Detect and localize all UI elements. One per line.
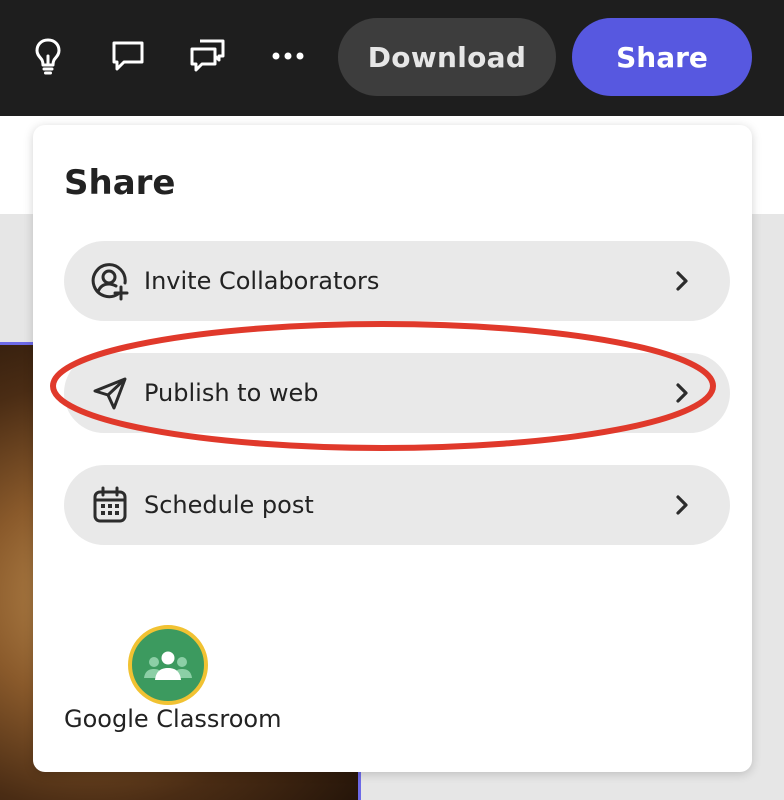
schedule-post-label: Schedule post bbox=[144, 491, 314, 519]
comment-icon[interactable] bbox=[108, 34, 148, 78]
google-classroom-item[interactable]: Google Classroom bbox=[64, 625, 284, 745]
download-button[interactable]: Download bbox=[338, 18, 556, 96]
google-classroom-label: Google Classroom bbox=[64, 705, 282, 733]
publish-to-web-item[interactable]: Publish to web bbox=[64, 353, 730, 433]
calendar-icon bbox=[90, 485, 130, 525]
invite-collaborators-label: Invite Collaborators bbox=[144, 267, 380, 295]
publish-to-web-label: Publish to web bbox=[144, 379, 319, 407]
schedule-post-item[interactable]: Schedule post bbox=[64, 465, 730, 545]
invite-collaborators-item[interactable]: Invite Collaborators bbox=[64, 241, 730, 321]
chevron-right-icon bbox=[668, 267, 696, 295]
send-icon bbox=[90, 373, 130, 413]
more-icon[interactable] bbox=[268, 34, 308, 78]
app-window: Download Share Share Invite Collaborator… bbox=[0, 0, 784, 800]
lightbulb-icon[interactable] bbox=[28, 34, 68, 78]
comments-icon[interactable] bbox=[188, 34, 228, 78]
share-button[interactable]: Share bbox=[572, 18, 752, 96]
top-toolbar: Download Share bbox=[0, 0, 784, 116]
chevron-right-icon bbox=[668, 379, 696, 407]
chevron-right-icon bbox=[668, 491, 696, 519]
add-user-icon bbox=[90, 261, 130, 301]
google-classroom-icon bbox=[128, 625, 208, 705]
share-panel-title: Share bbox=[64, 163, 176, 203]
share-popover: Share Invite Collaborators Publish to we… bbox=[33, 125, 752, 772]
